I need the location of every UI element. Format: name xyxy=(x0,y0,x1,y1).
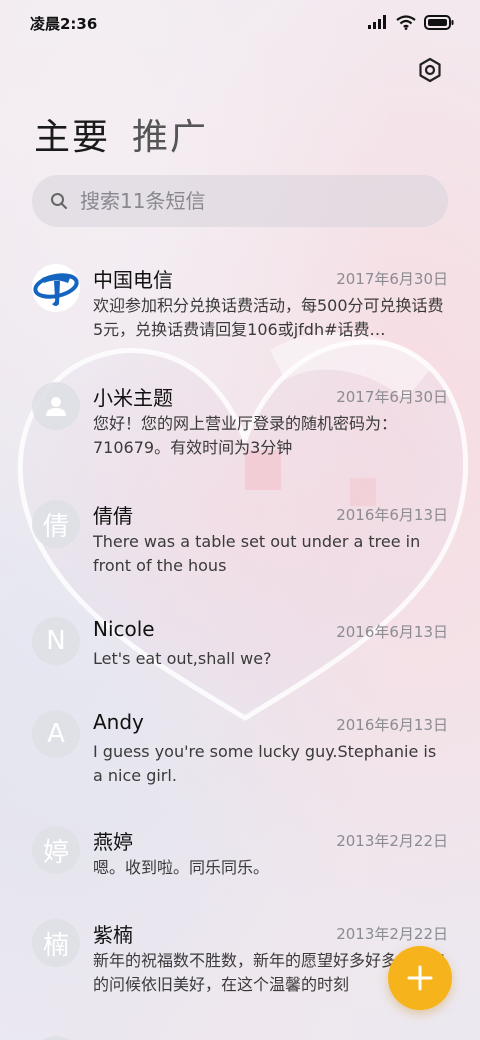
contact-name: 紫楠 xyxy=(93,923,133,947)
settings-button[interactable] xyxy=(414,54,446,86)
settings-icon xyxy=(419,57,441,83)
contact-name: 燕婷 xyxy=(93,830,133,854)
message-date: 2016年6月13日 xyxy=(336,623,448,641)
message-date: 2017年6月30日 xyxy=(336,270,448,288)
search-icon xyxy=(50,192,68,210)
battery-icon xyxy=(424,14,454,30)
search-input[interactable] xyxy=(80,189,410,213)
contact-avatar xyxy=(32,264,80,312)
message-preview: 嗯。收到啦。同乐同乐。 xyxy=(93,858,270,877)
search-bar[interactable] xyxy=(32,175,448,227)
contact-avatar: A xyxy=(32,710,80,758)
contact-name: 倩倩 xyxy=(93,504,133,528)
tab-promotions[interactable]: 推广 xyxy=(132,108,208,160)
message-date: 2013年2月22日 xyxy=(336,832,448,850)
contact-name: Andy xyxy=(93,710,144,734)
message-preview: 欢迎参加积分兑换话费活动，每500分可兑换话费5元，兑换话费请回复106或jfd… xyxy=(93,296,444,339)
message-date: 2017年6月30日 xyxy=(336,388,448,406)
status-time: 凌晨2:36 xyxy=(30,15,98,33)
contact-avatar xyxy=(32,382,80,430)
message-date: 2013年2月22日 xyxy=(336,925,448,943)
contact-avatar: 婷 xyxy=(32,826,80,874)
conversation-item[interactable]: A Andy 2016年6月13日 I guess you're some lu… xyxy=(0,696,480,806)
contact-name: 子玲 xyxy=(93,1036,133,1040)
plus-icon xyxy=(407,965,433,991)
message-date: 2016年6月13日 xyxy=(336,716,448,734)
contact-avatar: 楠 xyxy=(32,919,80,967)
wifi-icon xyxy=(396,14,416,30)
message-preview: I guess you're some lucky guy.Stephanie … xyxy=(93,742,437,785)
conversation-item[interactable]: 子玲 xyxy=(0,1022,480,1040)
message-preview: There was a table set out under a tree i… xyxy=(93,532,421,575)
status-bar: 凌晨2:36 xyxy=(0,0,480,44)
signal-icon xyxy=(368,15,386,29)
message-date: 2016年6月13日 xyxy=(336,506,448,524)
message-tabs: 主要 推广 xyxy=(34,108,208,160)
tab-primary[interactable]: 主要 xyxy=(34,108,110,160)
contact-name: 小米主题 xyxy=(93,386,173,410)
contact-name: Nicole xyxy=(93,617,155,641)
contact-avatar xyxy=(32,1036,80,1040)
message-preview: Let's eat out,shall we? xyxy=(93,649,272,668)
new-message-button[interactable] xyxy=(388,946,452,1010)
china-telecom-logo-icon xyxy=(33,265,79,311)
contact-avatar: 倩 xyxy=(32,500,80,548)
message-preview: 您好！您的网上营业厅登录的随机密码为：710679。有效时间为3分钟 xyxy=(93,414,398,457)
conversation-item[interactable]: 小米主题 2017年6月30日 您好！您的网上营业厅登录的随机密码为：71067… xyxy=(0,368,480,478)
conversation-item[interactable]: 中国电信 2017年6月30日 欢迎参加积分兑换话费活动，每500分可兑换话费5… xyxy=(0,250,480,360)
status-icons xyxy=(368,13,454,31)
contact-name: 中国电信 xyxy=(93,268,173,292)
person-icon xyxy=(46,397,66,416)
contact-avatar: N xyxy=(32,617,80,665)
conversation-item[interactable]: 倩 倩倩 2016年6月13日 There was a table set ou… xyxy=(0,486,480,596)
